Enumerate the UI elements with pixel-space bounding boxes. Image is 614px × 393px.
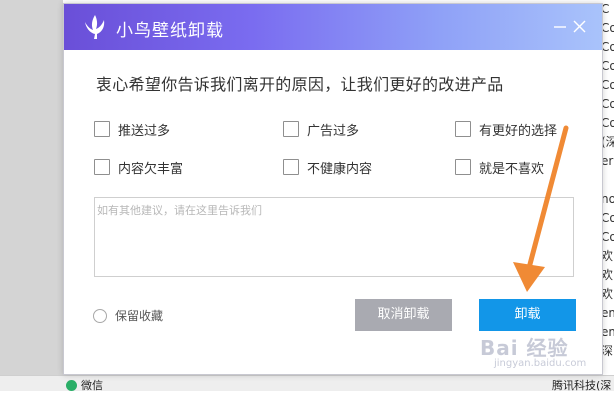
wechat-icon <box>66 379 77 391</box>
reason-option-push[interactable]: 推送过多 <box>94 120 171 139</box>
close-icon[interactable] <box>571 17 591 37</box>
minimize-icon[interactable] <box>551 17 571 37</box>
reason-checkbox[interactable] <box>94 159 110 175</box>
reason-option-unhealthy[interactable]: 不健康内容 <box>283 158 373 177</box>
watermark-title: Bai 经验 <box>480 336 569 360</box>
reason-label: 有更好的选择 <box>479 123 558 139</box>
keep-favorites-radio[interactable] <box>93 308 107 323</box>
watermark: Bai 经验 jingyan.baidu.com <box>468 328 608 374</box>
reason-option-ads[interactable]: 广告过多 <box>283 120 360 139</box>
taskbar-item-wechat[interactable]: 微信 <box>66 377 103 393</box>
reason-label: 不健康内容 <box>307 161 373 177</box>
reason-option-dislike[interactable]: 就是不喜欢 <box>455 158 545 177</box>
reason-option-better-choice[interactable]: 有更好的选择 <box>455 120 558 139</box>
reason-label: 推送过多 <box>118 123 171 139</box>
keep-favorites-option[interactable]: 保留收藏 <box>93 307 163 324</box>
reason-option-content[interactable]: 内容欠丰富 <box>94 158 184 177</box>
desktop-background <box>0 0 63 390</box>
uninstall-button[interactable]: 卸载 <box>479 299 576 331</box>
feedback-input[interactable]: 如有其他建议，请在这里告诉我们 <box>94 197 574 277</box>
reason-checkbox[interactable] <box>455 159 471 175</box>
keep-favorites-label: 保留收藏 <box>115 309 164 323</box>
reason-checkbox[interactable] <box>283 121 299 137</box>
reason-checkbox[interactable] <box>283 159 299 175</box>
cancel-uninstall-button[interactable]: 取消卸载 <box>355 299 452 331</box>
reason-checkbox[interactable] <box>455 121 471 137</box>
reason-label: 广告过多 <box>307 123 360 139</box>
dialog-title: 小鸟壁纸卸载 <box>116 21 224 41</box>
watermark-url: jingyan.baidu.com <box>494 358 587 369</box>
uninstall-dialog: 小鸟壁纸卸载 衷心希望你告诉我们离开的原因，让我们更好的改进产品 推送过多 广告… <box>63 3 603 375</box>
reason-label: 内容欠丰富 <box>118 161 184 177</box>
bird-icon <box>85 15 105 39</box>
dialog-headline: 衷心希望你告诉我们离开的原因，让我们更好的改进产品 <box>96 75 504 94</box>
reason-checkbox[interactable] <box>94 121 110 137</box>
reason-label: 就是不喜欢 <box>479 161 545 177</box>
taskbar-item-label: 微信 <box>81 379 103 392</box>
dialog-titlebar[interactable]: 小鸟壁纸卸载 <box>64 4 602 50</box>
taskbar-item-right[interactable]: 腾讯科技(深 <box>552 377 611 393</box>
